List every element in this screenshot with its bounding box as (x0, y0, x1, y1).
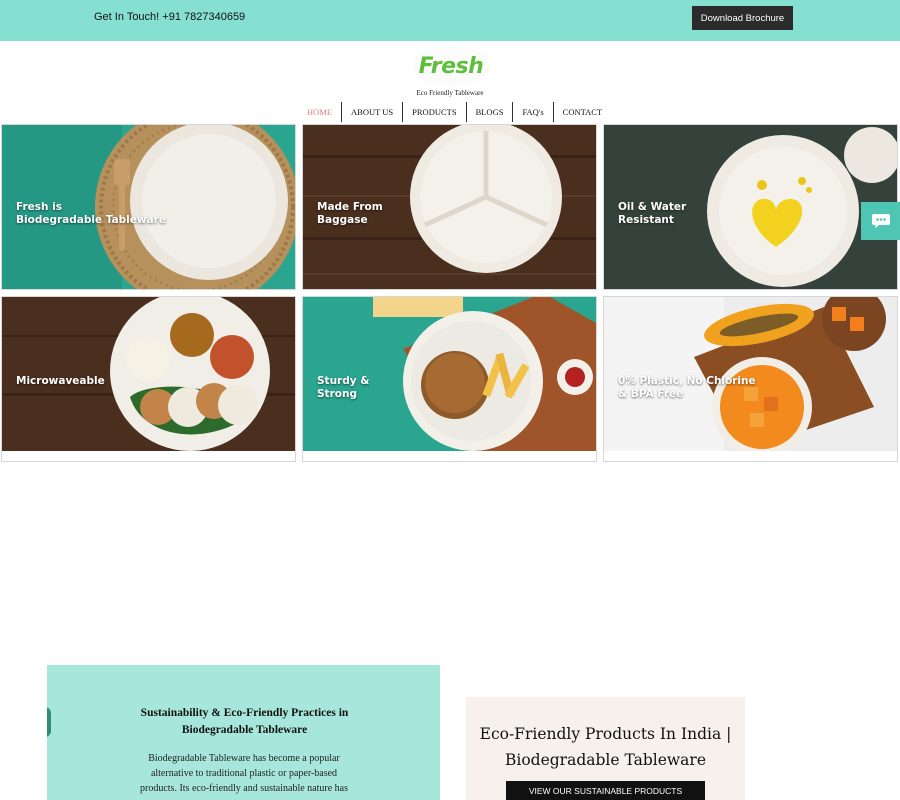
top-bar: Get In Touch! +91 7827340659 Download Br… (0, 0, 900, 41)
sustainability-heading: Sustainability & Eco-Friendly Practices … (140, 707, 349, 736)
nav-item-home[interactable]: HOME (298, 102, 341, 122)
chat-bubble-icon (871, 214, 890, 228)
tile-caption: Fresh is Biodegradable Tableware (16, 201, 166, 226)
site-logo[interactable]: Fresh (412, 46, 490, 86)
papaya-bowl-image (604, 297, 897, 451)
tile-caption: 0% Plastic, No Chlorine & BPA Free (618, 375, 756, 400)
tile-caption: Oil & Water Resistant (618, 201, 687, 226)
nav-item-contact[interactable]: CONTACT (552, 102, 611, 122)
nav-item-about-us[interactable]: ABOUT US (341, 102, 402, 122)
idli-meal-plate-image (2, 297, 295, 451)
feature-tile-baggase[interactable]: Made From Baggase (302, 124, 597, 290)
tile-caption: Made From Baggase (317, 201, 383, 226)
view-products-button[interactable]: VIEW OUR SUSTAINABLE PRODUCTS (506, 781, 705, 800)
sustainability-section: Sustainability & Eco-Friendly Practices … (47, 665, 440, 800)
download-brochure-button[interactable]: Download Brochure (692, 6, 793, 30)
logo-tagline: Eco Friendly Tableware (416, 89, 484, 97)
sustainability-body: Biodegradable Tableware has become a pop… (140, 753, 348, 794)
chat-button[interactable] (861, 202, 900, 240)
eco-products-title: Eco-Friendly Products In India | Biodegr… (479, 725, 732, 769)
feature-tile-no-plastic[interactable]: 0% Plastic, No Chlorine & BPA Free (603, 296, 898, 462)
eco-products-section: Eco-Friendly Products In India | Biodegr… (466, 697, 745, 800)
contact-phone-text[interactable]: Get In Touch! +91 7827340659 (94, 11, 245, 23)
nav-item-blogs[interactable]: BLOGS (465, 102, 513, 122)
feature-tile-microwaveable[interactable]: Microwaveable (1, 296, 296, 462)
decorative-leaf-icon (47, 707, 51, 737)
feature-tile-sturdy[interactable]: Sturdy & Strong (302, 296, 597, 462)
burger-plate-image (303, 297, 596, 451)
nav-item-faqs[interactable]: FAQ's (512, 102, 552, 122)
tile-caption: Microwaveable (16, 375, 105, 387)
main-navigation: HOME ABOUT US PRODUCTS BLOGS FAQ's CONTA… (298, 102, 611, 122)
logo-text: Fresh (418, 53, 484, 79)
tile-caption: Sturdy & Strong (317, 375, 370, 400)
nav-item-products[interactable]: PRODUCTS (402, 102, 465, 122)
feature-tile-oil-water[interactable]: Oil & Water Resistant (603, 124, 898, 290)
feature-tile-biodegradable[interactable]: Fresh is Biodegradable Tableware (1, 124, 296, 290)
